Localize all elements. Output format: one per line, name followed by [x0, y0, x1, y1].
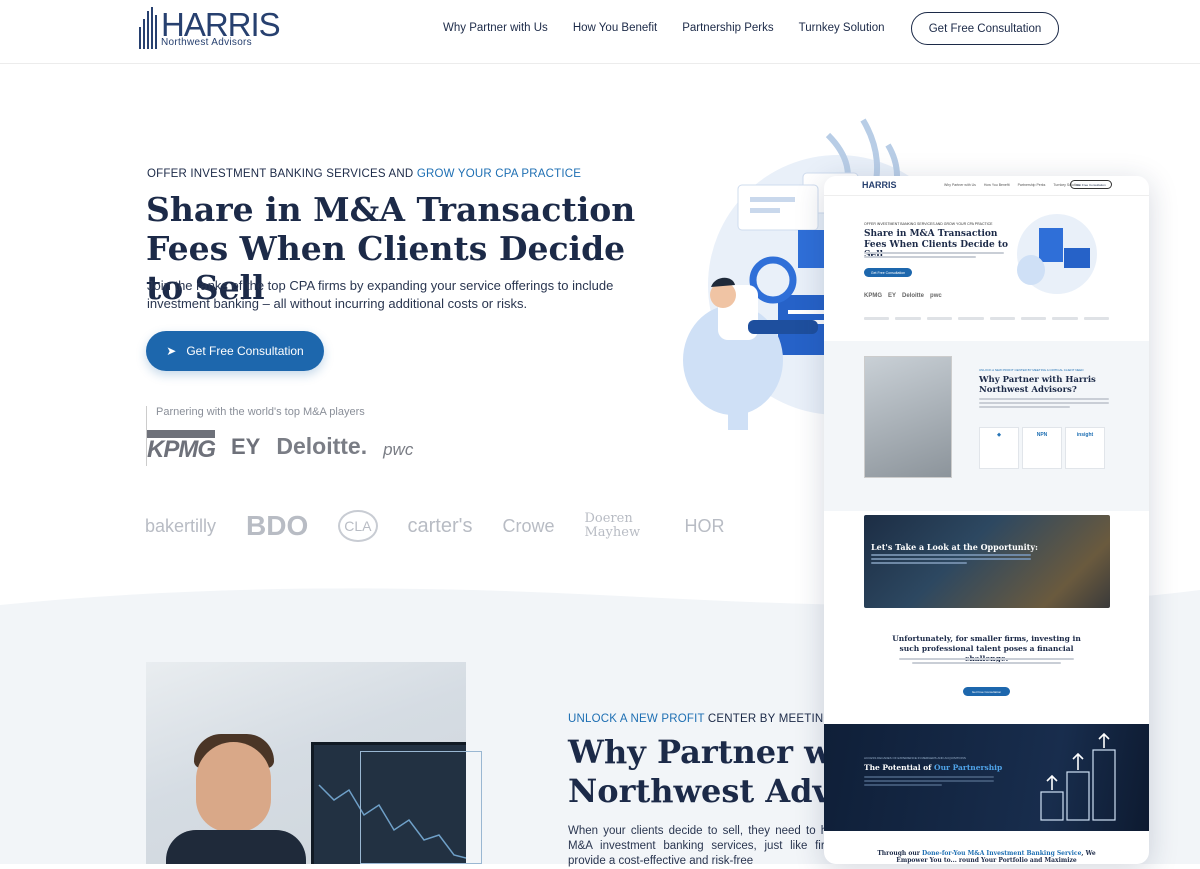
mockup-cta: Get Free Consultation [864, 268, 912, 277]
mockup-partner-logos: KPMG EY Deloitte pwc [864, 293, 942, 299]
mockup-advisor-photo [864, 356, 952, 478]
mockup-bottom-text: Through our Done-for-You M&A Investment … [877, 850, 1096, 864]
mockup-card-row: ◈ NPN insight [979, 427, 1105, 469]
mockup-card: insight [1065, 427, 1105, 469]
section2-text: When your clients decide to sell, they n… [568, 825, 868, 867]
mockup-section2-eyebrow: UNLOCK A NEW PROFIT CENTER BY MEETING A … [979, 368, 1084, 372]
mockup-opportunity-lines [871, 554, 1031, 566]
partner-label: Parnering with the world's top M&A playe… [156, 406, 365, 418]
rising-arrows-icon [1040, 732, 1116, 821]
partner-logos-section: Parnering with the world's top M&A playe… [146, 406, 413, 466]
arrow-right-icon: ➤ [166, 344, 177, 358]
website-mockup-preview: HARRIS Why Partner with Us How You Benef… [824, 176, 1149, 864]
mockup-header: HARRIS Why Partner with Us How You Benef… [824, 176, 1149, 196]
mockup-nav-item: How You Benefit [983, 183, 1010, 187]
logo-subtitle: Northwest Advisors [161, 37, 252, 48]
nav-turnkey-solution[interactable]: Turnkey Solution [799, 22, 885, 34]
mockup-challenge-lines [899, 658, 1074, 664]
kpmg-logo: KPMG [147, 430, 216, 462]
mockup-opportunity-title: Let's Take a Look at the Opportunity: [871, 542, 1038, 552]
mockup-section2-title: Why Partner with Harris Northwest Adviso… [979, 375, 1096, 395]
mockup-nav: Why Partner with Us How You Benefit Part… [944, 183, 1080, 187]
site-header: HARRIS Northwest Advisors Why Partner wi… [0, 0, 1200, 64]
nav-how-you-benefit[interactable]: How You Benefit [573, 22, 657, 34]
mockup-partnership-title: The Potential of Our Partnership [864, 763, 1003, 772]
ey-logo: EY [231, 434, 261, 459]
client-logos-row: bakertilly BDO CLA carter's Crowe Doeren… [145, 510, 724, 542]
mockup-text-lines [864, 252, 1004, 262]
client-logo: carter's [407, 514, 473, 537]
mockup-illustration [1017, 214, 1097, 294]
deloitte-logo: Deloitte. [276, 433, 368, 459]
logo-bars-icon [139, 7, 159, 49]
client-logo: BDO [246, 510, 309, 541]
mockup-nav-item: Partnership Perks [1017, 183, 1046, 187]
mockup-card: NPN [1022, 427, 1062, 469]
hero-consultation-button[interactable]: ➤ Get Free Consultation [146, 331, 324, 371]
mockup-challenge-cta: Get Free Consultation [963, 687, 1010, 696]
client-logo: CLA [338, 510, 378, 542]
person-suit [166, 830, 306, 864]
mockup-nav-button: Get Free Consultation [1070, 180, 1112, 189]
main-nav: Why Partner with Us How You Benefit Part… [443, 22, 885, 34]
section2-eyebrow: UNLOCK A NEW PROFIT CENTER BY MEETING A [568, 713, 844, 725]
partner-logo-row: KPMG EY Deloitte. pwc [147, 430, 467, 462]
nav-why-partner[interactable]: Why Partner with Us [443, 22, 548, 34]
person-face [196, 742, 271, 832]
nav-partnership-perks[interactable]: Partnership Perks [682, 22, 773, 34]
mockup-nav-item: Why Partner with Us [944, 183, 976, 187]
header-consultation-button[interactable]: Get Free Consultation [911, 12, 1059, 45]
mockup-section2-lines [979, 398, 1109, 410]
mockup-logo: HARRIS [862, 180, 897, 190]
photo-frame-outline [360, 751, 482, 864]
mockup-card: ◈ [979, 427, 1019, 469]
hero-cta-label: Get Free Consultation [186, 344, 304, 358]
mockup-eyebrow: OFFER INVESTMENT BANKING SERVICES AND GR… [864, 222, 993, 226]
mockup-partnership-lines [864, 776, 994, 788]
hero-description: Join the ranks of the top CPA firms by e… [147, 278, 614, 311]
client-logo: HOR [684, 515, 725, 536]
hero-eyebrow: OFFER INVESTMENT BANKING SERVICES AND GR… [147, 168, 582, 180]
client-logo: Crowe [502, 515, 555, 536]
harris-logo[interactable]: HARRIS Northwest Advisors [139, 6, 281, 51]
client-logo: bakertilly [145, 515, 217, 536]
pwc-logo: pwc [383, 440, 414, 459]
mockup-partnership-eyebrow: ACCESS DECADES OF EXPERIENCE IN MERGERS … [864, 756, 966, 760]
mockup-client-logos [864, 317, 1109, 323]
client-logo: Doeren Mayhew [584, 511, 641, 540]
